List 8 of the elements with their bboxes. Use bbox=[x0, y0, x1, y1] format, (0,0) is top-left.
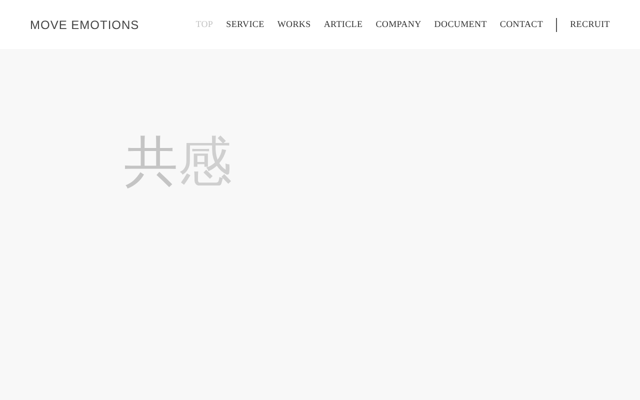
nav-link[interactable]: SERVICE bbox=[226, 18, 264, 32]
nav-link[interactable]: COMPANY bbox=[376, 18, 422, 32]
nav-link[interactable]: ARTICLE bbox=[324, 18, 363, 32]
recruit-link[interactable]: RECRUIT bbox=[570, 18, 610, 32]
site-logo[interactable]: MOVE EMOTIONS bbox=[30, 16, 140, 34]
nav-link[interactable]: CONTACT bbox=[500, 18, 544, 32]
nav-link[interactable]: WORKS bbox=[277, 18, 311, 32]
nav-link[interactable]: DOCUMENT bbox=[434, 18, 487, 32]
